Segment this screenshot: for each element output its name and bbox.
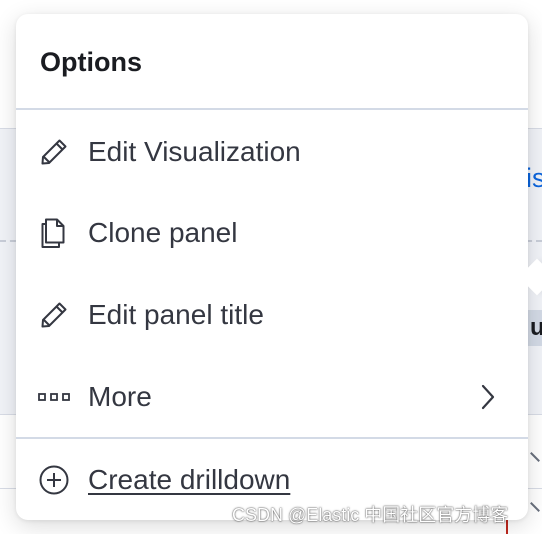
menu-item-clone-panel[interactable]: Clone panel [16, 195, 528, 273]
header-divider [16, 108, 528, 110]
pencil-icon [38, 136, 70, 168]
background-link-fragment[interactable]: is [526, 160, 542, 196]
footer-divider [16, 437, 528, 439]
menu-item-edit-panel-title[interactable]: Edit panel title [16, 277, 528, 355]
menu-item-label: Edit panel title [88, 299, 264, 330]
menu-item-more[interactable]: More [16, 359, 528, 437]
pencil-icon [38, 299, 70, 331]
options-popover: Options Edit Visualization Clone panel E… [16, 14, 542, 520]
watermark: CSDN @Elastic 中国社区官方博客 [232, 505, 509, 525]
more-dots-icon [38, 381, 70, 413]
popover-title: Options [40, 47, 142, 77]
copy-icon [38, 217, 70, 249]
menu-item-edit-visualization[interactable]: Edit Visualization [16, 114, 528, 192]
plus-in-circle-icon [38, 464, 70, 496]
menu-item-label: Create drilldown [88, 464, 291, 495]
menu-item-label: Clone panel [88, 217, 238, 248]
background-chip-text: u [530, 314, 542, 341]
menu-item-label: More [88, 381, 152, 412]
chevron-right-icon [478, 381, 498, 413]
menu-item-label: Edit Visualization [88, 136, 301, 167]
